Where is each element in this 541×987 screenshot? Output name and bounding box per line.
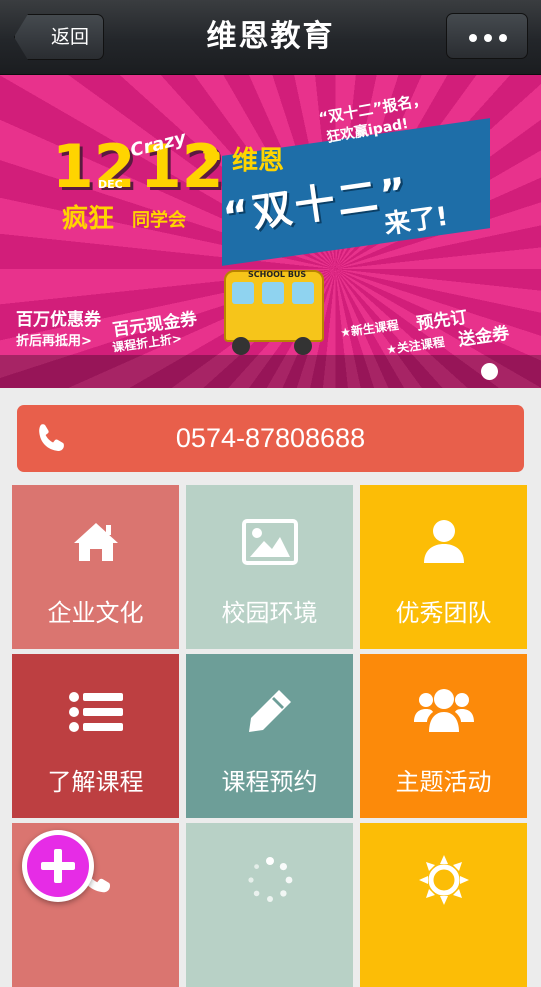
banner-indicator-bar xyxy=(0,355,541,388)
tile-theme-activities[interactable]: 主题活动 xyxy=(360,654,527,818)
tile-company-culture[interactable]: 企业文化 xyxy=(12,485,179,649)
floating-add-button[interactable] xyxy=(22,830,94,902)
list-icon xyxy=(68,692,123,732)
call-phone-button[interactable]: 0574-87808688 xyxy=(17,405,524,472)
banner-dec-text: DEC xyxy=(98,178,123,191)
tile-label: 校园环境 xyxy=(221,599,318,627)
tile-label: 企业文化 xyxy=(47,599,144,627)
banner-number-12-left: 12 xyxy=(52,132,136,202)
banner-new-course-text: ★新生课程 xyxy=(339,317,400,341)
tile-settings[interactable] xyxy=(360,823,527,987)
top-nav-bar: 返回 维恩教育 xyxy=(0,0,541,75)
phone-number: 0574-87808688 xyxy=(175,423,366,453)
tile-loading[interactable] xyxy=(186,823,353,987)
tile-label: 主题活动 xyxy=(395,768,492,796)
spinner-icon xyxy=(247,857,292,902)
tile-course-booking[interactable]: 课程预约 xyxy=(186,654,353,818)
back-button[interactable]: 返回 xyxy=(14,14,104,60)
tile-label: 了解课程 xyxy=(47,768,144,796)
banner-reunion-text: 同学会 xyxy=(132,210,186,231)
carousel-dot-active[interactable] xyxy=(481,363,498,380)
more-options-button[interactable] xyxy=(446,13,528,59)
banner-coupon-sub-text: 折后再抵用> xyxy=(16,334,92,349)
tile-campus-environment[interactable]: 校园环境 xyxy=(186,485,353,649)
bus-wheel-right xyxy=(294,337,312,355)
image-icon xyxy=(241,519,298,565)
bus-sign-text: SCHOOL BUS xyxy=(248,270,307,279)
school-bus-image: SCHOOL BUS xyxy=(224,270,324,342)
pencil-icon xyxy=(248,690,291,732)
tile-label: 优秀团队 xyxy=(395,599,492,627)
fab-circle xyxy=(27,835,89,897)
group-icon xyxy=(413,689,474,732)
promo-banner[interactable]: 12 12 DEC Crazy th 疯狂 同学会 维恩 “双十二” 来了! “… xyxy=(0,75,541,388)
tile-course-info[interactable]: 了解课程 xyxy=(12,654,179,818)
home-icon xyxy=(73,523,118,561)
sun-icon xyxy=(418,855,469,905)
tile-label: 课程预约 xyxy=(221,768,318,796)
user-icon xyxy=(423,520,464,563)
banner-weien-text: 维恩 xyxy=(232,146,285,176)
banner-th-text: th xyxy=(203,146,221,164)
banner-crazy-cn-text: 疯狂 xyxy=(62,204,115,234)
tile-excellent-team[interactable]: 优秀团队 xyxy=(360,485,527,649)
banner-coupon-text: 百万优惠券 xyxy=(16,310,101,330)
plus-icon xyxy=(41,849,75,883)
bus-wheel-left xyxy=(232,337,250,355)
